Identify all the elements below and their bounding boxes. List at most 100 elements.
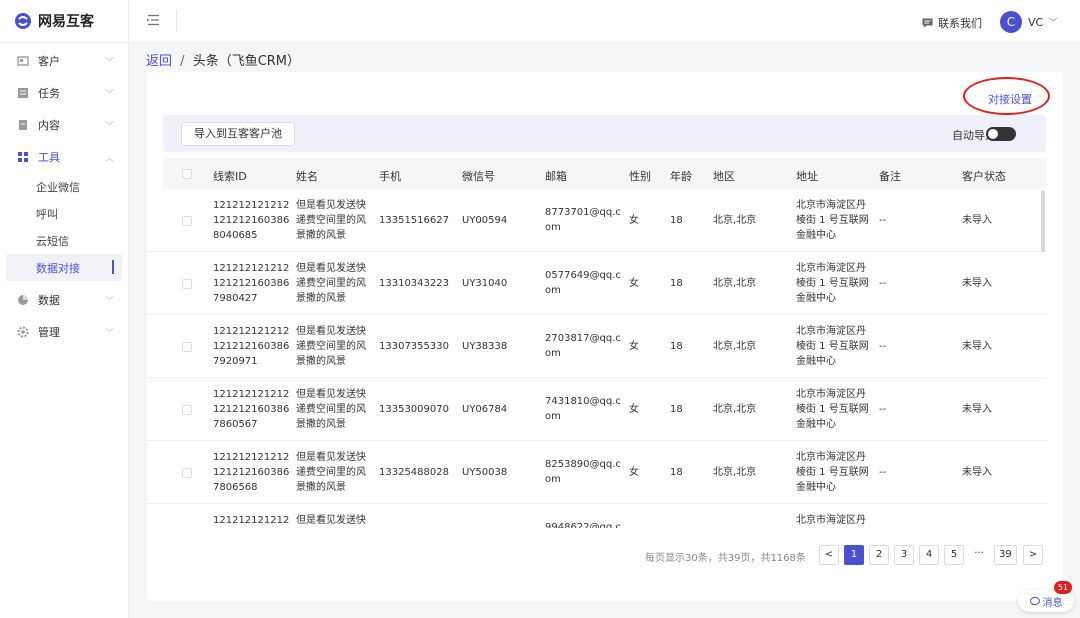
cell-wechat: UY31040 <box>462 276 507 291</box>
column-header: 姓名 <box>296 170 318 183</box>
row-checkbox[interactable] <box>182 216 192 226</box>
table-row[interactable]: 121212121212 121212160386 7920971 但是看见发送快 递费… <box>147 315 1047 378</box>
cell-line: 递费空间里的风 <box>296 340 366 352</box>
sidebar-item-customer[interactable]: 客户 ﹀ <box>0 45 128 77</box>
header-divider <box>176 10 177 32</box>
table-row[interactable]: 121212121212 121212160386 但是看见发送快递费空间里的风 13… <box>147 504 1047 529</box>
row-checkbox[interactable] <box>182 342 192 352</box>
table-row[interactable]: 121212121212 121212160386 8040685 但是看见发送快 递费… <box>147 189 1047 252</box>
sidebar-item-label: 任务 <box>38 87 60 100</box>
cell-name: 但是看见发送快 递费空间里的风 景撒的风景 <box>296 450 366 495</box>
cell-line: 女 <box>629 528 639 529</box>
cell-region: 北京,北京 <box>713 528 756 529</box>
cell-name: 但是看见发送快 递费空间里的风 景撒的风景 <box>296 261 366 306</box>
cell-address: 北京市海淀区丹 棱街 1 号互联网 金融中心 <box>796 387 869 432</box>
cell-line: UY00594 <box>462 214 508 226</box>
cell-line: UY06784 <box>462 403 508 415</box>
select-all-checkbox[interactable] <box>182 169 192 179</box>
cell-address: 北京市海淀区丹 <box>796 513 866 528</box>
netease-logo-icon <box>15 13 31 29</box>
toolbar: 导入到互客客户池 自动导入 <box>163 115 1046 152</box>
chevron-up-icon: ︿ <box>104 153 114 164</box>
cell-line: 7806568 <box>213 481 258 493</box>
cell-line: 18 <box>670 528 683 529</box>
sidebar-item-data[interactable]: 数据 ﹀ <box>0 284 128 316</box>
message-label: 消息 <box>1042 597 1063 609</box>
cell-line: 递费空间里的风 <box>296 466 366 478</box>
table-row[interactable]: 121212121212 121212160386 7980427 但是看见发送快 递费… <box>147 252 1047 315</box>
row-checkbox[interactable] <box>182 405 192 415</box>
next-page-button[interactable]: > <box>1023 545 1043 565</box>
cell-line: om <box>545 222 561 233</box>
sidebar-sub-call[interactable]: 呼叫 <box>0 200 128 227</box>
cell-address: 北京市海淀区丹 棱街 1 号互联网 金融中心 <box>796 324 869 369</box>
sidebar-sub-data-connect[interactable]: 数据对接 <box>6 254 122 281</box>
cell-line: 北京市海淀区丹 <box>796 199 866 211</box>
page-button[interactable]: 5 <box>944 545 964 565</box>
row-checkbox[interactable] <box>182 279 192 289</box>
data-pie-icon <box>17 294 29 306</box>
column-header: 年龄 <box>670 170 692 183</box>
sidebar-item-content[interactable]: 内容 ﹀ <box>0 109 128 141</box>
back-link[interactable]: 返回 <box>146 54 172 69</box>
auto-import-toggle[interactable] <box>986 127 1016 141</box>
page-button[interactable]: 3 <box>894 545 914 565</box>
page-button[interactable]: 1 <box>844 545 864 565</box>
row-checkbox[interactable] <box>182 468 192 478</box>
import-to-pool-button[interactable]: 导入到互客客户池 <box>181 122 295 146</box>
cell-line: UY31040 <box>462 277 508 289</box>
table-scrollbar[interactable] <box>1041 190 1045 252</box>
table-row[interactable]: 121212121212 121212160386 7806568 但是看见发送快 递费… <box>147 441 1047 504</box>
cell-phone: 13353009070 <box>379 402 449 417</box>
table-body: 121212121212 121212160386 8040685 但是看见发送快 递费… <box>147 189 1063 528</box>
cell-gender: 女 <box>629 213 639 228</box>
cell-age: 18 <box>670 213 683 228</box>
cell-line: 121212121212 <box>213 388 290 400</box>
cell-line: 9948622@qq.c <box>545 522 621 528</box>
cell-line: 但是看见发送快 <box>296 199 366 211</box>
cell-line: 13351516627 <box>379 214 449 226</box>
sidebar-item-tools[interactable]: 工具 ︿ <box>0 141 128 173</box>
cell-line: 121212160386 <box>213 214 290 226</box>
cell-line: 景撒的风景 <box>296 481 346 493</box>
prev-page-button[interactable]: < <box>819 545 839 565</box>
sidebar-sub-wecom[interactable]: 企业微信 <box>0 173 128 200</box>
page-button[interactable]: 4 <box>919 545 939 565</box>
cell-line: 121212121212 <box>213 325 290 337</box>
cell-line: 7431810@qq.c <box>545 396 621 407</box>
cell-line: 121212121212 <box>213 199 290 211</box>
cell-line: 女 <box>629 466 639 478</box>
main-card: 对接设置 导入到互客客户池 自动导入 线索ID 姓名 手机 微信号 邮箱 性别 … <box>147 72 1063 601</box>
sidebar-item-task[interactable]: 任务 ﹀ <box>0 77 128 109</box>
column-header: 备注 <box>879 170 901 183</box>
contact-us-link[interactable]: 联系我们 <box>922 15 982 31</box>
cell-note: -- <box>879 213 886 228</box>
cell-name: 但是看见发送快 递费空间里的风 景撒的风景 <box>296 198 366 243</box>
menu-fold-icon[interactable] <box>146 14 160 29</box>
page-button[interactable]: 2 <box>869 545 889 565</box>
message-badge: 51 <box>1054 581 1072 594</box>
cell-line: 景撒的风景 <box>296 292 346 304</box>
cell-note: -- <box>879 339 886 354</box>
cell-email: 7431810@qq.c om <box>545 394 621 424</box>
cell-line: 13353009070 <box>379 403 449 415</box>
cell-line: UY38338 <box>462 340 508 352</box>
sidebar-sub-sms[interactable]: 云短信 <box>0 227 128 254</box>
column-header: 地区 <box>713 170 735 183</box>
cell-line: 121212121212 <box>213 514 290 526</box>
page-ellipsis[interactable]: ··· <box>969 545 989 565</box>
page-button[interactable]: 39 <box>994 545 1017 565</box>
cell-line: 未导入 <box>962 466 992 478</box>
cell-lead-id: 121212121212 121212160386 7980427 <box>213 261 289 306</box>
table-row[interactable]: 121212121212 121212160386 7860567 但是看见发送快 递费… <box>147 378 1047 441</box>
logo[interactable]: 网易互客 <box>0 0 128 43</box>
chevron-down-icon: ﹀ <box>104 121 114 132</box>
pagination-summary: 每页显示30条，共39页，共1168条 <box>645 553 806 564</box>
sidebar-item-manage[interactable]: 管理 ﹀ <box>0 316 128 348</box>
content-icon <box>17 119 29 131</box>
cell-phone: 13307355330 <box>379 339 449 354</box>
cell-line: 但是看见发送快 <box>296 325 366 337</box>
cell-name: 但是看见发送快 递费空间里的风 景撒的风景 <box>296 324 366 369</box>
user-menu[interactable]: C VC ﹀ <box>1000 11 1057 33</box>
cell-email: 2703817@qq.c om <box>545 331 621 361</box>
